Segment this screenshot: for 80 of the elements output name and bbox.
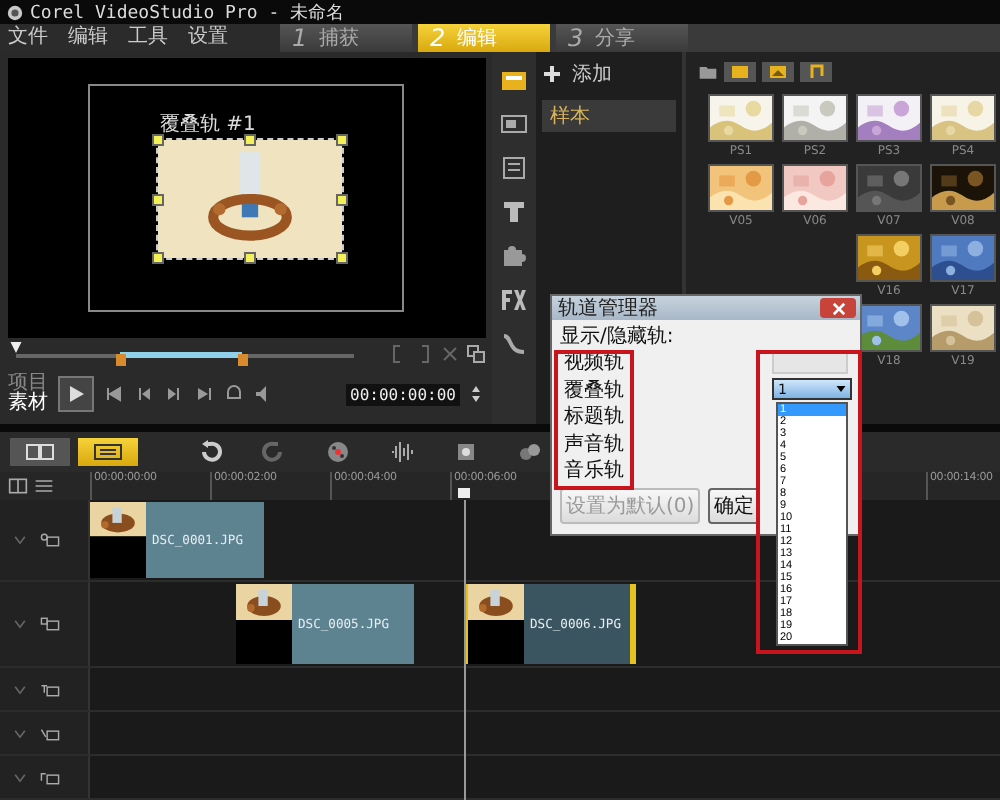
repeat-icon[interactable] (224, 384, 244, 404)
resize-handle[interactable] (336, 193, 348, 205)
timecode-field[interactable]: 00:00:00:00 (346, 383, 460, 405)
overlay-label: 覆叠轨 #1 (160, 114, 256, 136)
play-icon (66, 384, 86, 404)
highlight-frame (554, 350, 634, 490)
scrubber-track[interactable] (16, 341, 354, 367)
close-button[interactable] (820, 298, 856, 318)
track-toggle-icon[interactable] (12, 769, 28, 785)
puzzle-icon[interactable] (500, 244, 528, 268)
menu-item[interactable]: 文件 (8, 26, 48, 50)
storyboard-view-button[interactable] (10, 438, 70, 466)
title-icon[interactable] (500, 200, 528, 224)
storyboard-icon (26, 444, 54, 460)
track-toggle-icon[interactable] (12, 532, 28, 548)
resize-handle[interactable] (152, 134, 164, 146)
chapter-icon[interactable] (454, 440, 478, 464)
app-icon (6, 3, 24, 21)
film-reel-icon[interactable] (326, 440, 350, 464)
resize-handle[interactable] (336, 134, 348, 146)
play-mode-option[interactable]: 项目 (8, 374, 48, 394)
transition-icon[interactable] (500, 112, 528, 136)
audio-wave-icon[interactable] (390, 440, 414, 464)
track-toggle-icon[interactable] (12, 681, 28, 697)
music-filter-icon[interactable] (800, 62, 832, 82)
dialog-heading: 显示/隐藏轨: (560, 324, 676, 350)
scrubber-thumb[interactable] (10, 341, 22, 353)
title-track-icon[interactable] (40, 679, 60, 699)
overlay-track-icon[interactable] (40, 614, 60, 634)
play-mode-option[interactable]: 素材 (8, 394, 48, 414)
track-toggle-icon[interactable] (12, 725, 28, 741)
fx-icon[interactable] (500, 288, 528, 312)
video-filter-icon[interactable] (724, 62, 756, 82)
close-icon (831, 301, 845, 315)
add-label[interactable]: 添加 (572, 60, 612, 88)
menu-item[interactable]: 工具 (128, 26, 168, 50)
track-label: 声音轨 (564, 431, 624, 458)
menu-item[interactable]: 编辑 (68, 26, 108, 50)
go-to-start-icon[interactable] (104, 384, 124, 404)
library-folder[interactable]: 样本 (542, 100, 676, 132)
window-title: Corel VideoStudio Pro - 未命名 (30, 1, 345, 25)
video-track-icon[interactable] (40, 530, 60, 550)
previous-frame-icon[interactable] (134, 384, 154, 404)
zoom-icon[interactable] (518, 440, 542, 464)
graphic-icon[interactable] (500, 156, 528, 180)
resize-handle[interactable] (244, 134, 256, 146)
spinner-icon[interactable] (470, 384, 482, 404)
dialog-title: 轨道管理器 (558, 297, 658, 319)
playhead-handle[interactable] (458, 488, 470, 498)
track-label: 标题轨 (564, 404, 624, 431)
track-label: 音乐轨 (564, 458, 624, 485)
timeline-icon (94, 444, 122, 460)
timeline-view-button[interactable] (78, 438, 138, 466)
music-track-icon[interactable] (40, 767, 60, 787)
menu-item[interactable]: 设置 (188, 26, 228, 50)
dropdown-arrow-icon (836, 386, 846, 392)
track-label: 覆叠轨 (564, 377, 624, 404)
trim-out-handle[interactable] (238, 353, 249, 365)
add-icon[interactable] (542, 64, 562, 84)
list-icon[interactable] (34, 476, 54, 496)
track-toggle-icon[interactable] (12, 616, 28, 632)
resize-handle[interactable] (336, 252, 348, 264)
trim-range (120, 351, 243, 357)
next-frame-icon[interactable] (164, 384, 184, 404)
resize-handle[interactable] (244, 252, 256, 264)
go-to-end-icon[interactable] (194, 384, 214, 404)
copy-icon[interactable] (466, 344, 486, 364)
play-button[interactable] (58, 376, 94, 412)
resize-handle[interactable] (152, 252, 164, 264)
step-tab[interactable]: 1 捕获 (280, 24, 412, 52)
redo-icon[interactable] (262, 440, 286, 464)
folder-icon[interactable] (698, 62, 718, 82)
path-icon[interactable] (500, 332, 528, 356)
resize-handle[interactable] (152, 193, 164, 205)
undo-icon[interactable] (198, 440, 222, 464)
media-icon[interactable] (500, 68, 528, 92)
step-tab[interactable]: 3 分享 (556, 24, 688, 52)
dialog-button[interactable]: 确定 (708, 488, 761, 524)
trim-in-handle[interactable] (116, 353, 127, 365)
photo-filter-icon[interactable] (762, 62, 794, 82)
